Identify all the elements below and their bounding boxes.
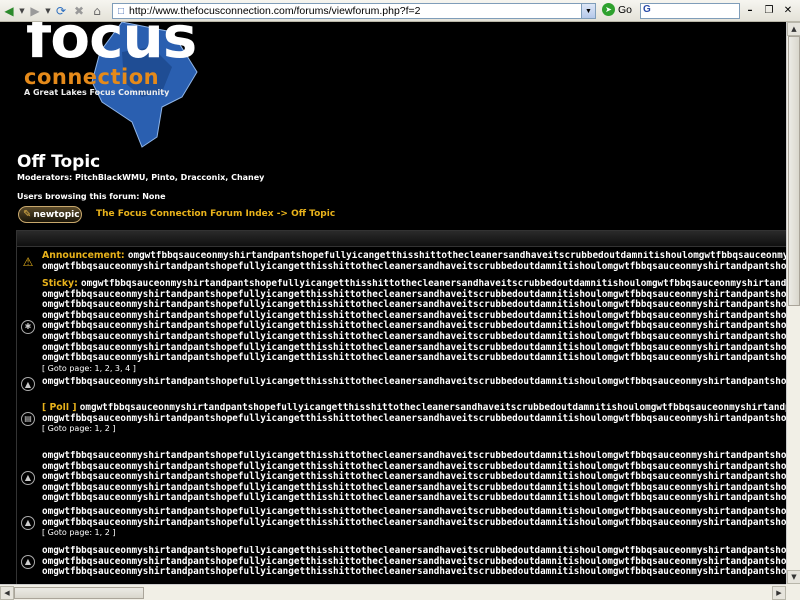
browser-toolbar: ◀ ▼ ▶ ▼ ⟳ ✖ ⌂ □ http://www.thefocusconne…	[0, 0, 800, 22]
topic-title-text: omgwtfbbqsauceonmyshirtandpantshopefully…	[81, 279, 786, 289]
topic-title-text: omgwtfbbqsauceonmyshirtandpantshopefully…	[42, 320, 786, 332]
forum-title[interactable]: Off Topic	[17, 152, 100, 172]
warning-icon: ⚠	[22, 254, 34, 269]
topic-title-text: omgwtfbbqsauceonmyshirtandpantshopefully…	[42, 260, 786, 272]
topic-icon: ▲	[21, 470, 35, 485]
topic-icon: ▲	[21, 515, 35, 530]
scroll-right-icon[interactable]: ▶	[772, 586, 786, 600]
horizontal-scrollbar[interactable]: ◀ ▶	[0, 584, 786, 600]
topic-list: ⚠ Announcement: omgwtfbbqsauceonmyshirtan…	[16, 230, 786, 584]
stop-icon[interactable]: ✖	[70, 2, 88, 20]
topic-title-text: omgwtfbbqsauceonmyshirtandpantshopefully…	[42, 377, 786, 387]
scroll-down-icon[interactable]: ▼	[787, 570, 800, 584]
restore-icon[interactable]: ❐	[761, 3, 777, 18]
topic-icon: ▲	[21, 377, 35, 391]
topic-title-text: omgwtfbbqsauceonmyshirtandpantshopefully…	[42, 507, 786, 517]
back-icon[interactable]: ◀	[0, 2, 18, 20]
topic-title-text: omgwtfbbqsauceonmyshirtandpantshopefully…	[42, 471, 786, 483]
address-text: http://www.thefocusconnection.com/forums…	[129, 5, 421, 17]
minimize-icon[interactable]: –	[742, 3, 758, 18]
google-icon: G	[643, 4, 651, 15]
topic-title-text: omgwtfbbqsauceonmyshirtandpantshopefully…	[42, 412, 786, 424]
topic-title[interactable]: Sticky: omgwtfbbqsauceonmyshirtandpantsh…	[42, 279, 786, 374]
new-topic-label: newtopic	[33, 209, 80, 220]
topic-title-text: omgwtfbbqsauceonmyshirtandpantshopefully…	[42, 516, 786, 528]
page-content: focus connection A Great Lakes Focus Com…	[0, 22, 786, 584]
topic-title-text: omgwtfbbqsauceonmyshirtandpantshopefully…	[42, 555, 786, 567]
topic-title-text: omgwtfbbqsauceonmyshirtandpantshopefully…	[42, 352, 786, 364]
logo-tagline: A Great Lakes Focus Community	[24, 88, 170, 97]
pencil-icon: ✎	[23, 209, 32, 220]
topic-list-header	[17, 231, 786, 247]
page-icon: □	[117, 5, 125, 17]
topic-title[interactable]: omgwtfbbqsauceonmyshirtandpantshopefully…	[42, 451, 786, 504]
topic-title[interactable]: Announcement: omgwtfbbqsauceonmyshirtand…	[42, 251, 786, 272]
topic-title[interactable]: omgwtfbbqsauceonmyshirtandpantshopefully…	[42, 546, 786, 578]
hscroll-thumb[interactable]	[14, 587, 144, 599]
topic-title-text: omgwtfbbqsauceonmyshirtandpantshopefully…	[42, 460, 786, 472]
site-logo[interactable]: focus connection A Great Lakes Focus Com…	[22, 22, 222, 152]
topic-title-text: omgwtfbbqsauceonmyshirtandpantshopefully…	[42, 451, 786, 461]
vertical-scrollbar[interactable]: ▲ ▼	[786, 22, 800, 584]
goto-page-links[interactable]: [ Goto page: 1, 2, 3, 4 ]	[42, 364, 786, 375]
poll-icon: ▤	[21, 411, 35, 426]
topic-title-text: omgwtfbbqsauceonmyshirtandpantshopefully…	[42, 566, 786, 578]
topic-title[interactable]: [ Poll ] omgwtfbbqsauceonmyshirtandpants…	[42, 403, 786, 435]
topic-icon: ▲	[21, 554, 35, 569]
topic-title[interactable]: omgwtfbbqsauceonmyshirtandpantshopefully…	[42, 377, 786, 388]
topic-title-text: omgwtfbbqsauceonmyshirtandpantshopefully…	[42, 546, 786, 556]
breadcrumb[interactable]: The Focus Connection Forum Index -> Off …	[96, 209, 335, 219]
topic-title-text: omgwtfbbqsauceonmyshirtandpantshopefully…	[79, 403, 786, 413]
topic-title-text: omgwtfbbqsauceonmyshirtandpantshopefully…	[42, 330, 786, 342]
goto-page-links[interactable]: [ Goto page: 1, 2 ]	[42, 528, 786, 539]
topic-title-text: omgwtfbbqsauceonmyshirtandpantshopefully…	[127, 251, 786, 261]
go-arrow-icon: ➤	[602, 3, 615, 16]
topic-title-text: omgwtfbbqsauceonmyshirtandpantshopefully…	[42, 481, 786, 493]
users-browsing: Users browsing this forum: None	[17, 192, 166, 201]
topic-title-text: omgwtfbbqsauceonmyshirtandpantshopefully…	[42, 299, 786, 311]
topic-prefix: Sticky:	[42, 279, 82, 289]
back-dropdown-icon[interactable]: ▼	[18, 7, 26, 15]
home-icon[interactable]: ⌂	[88, 2, 106, 20]
scroll-up-icon[interactable]: ▲	[787, 22, 800, 36]
topic-title[interactable]: omgwtfbbqsauceonmyshirtandpantshopefully…	[42, 507, 786, 539]
topic-title-text: omgwtfbbqsauceonmyshirtandpantshopefully…	[42, 288, 786, 300]
window-controls: – ❐ ✕	[742, 3, 796, 18]
go-label: Go	[618, 3, 633, 16]
goto-page-links[interactable]: [ Goto page: 1, 2 ]	[42, 424, 786, 435]
google-search-box[interactable]: G	[640, 3, 740, 19]
topic-prefix: [ Poll ]	[42, 403, 80, 413]
topic-title-text: omgwtfbbqsauceonmyshirtandpantshopefully…	[42, 492, 786, 504]
forward-icon[interactable]: ▶	[26, 2, 44, 20]
address-dropdown-icon[interactable]: ▼	[581, 4, 595, 18]
address-bar[interactable]: □ http://www.thefocusconnection.com/foru…	[112, 3, 596, 19]
refresh-icon[interactable]: ⟳	[52, 2, 70, 20]
scroll-thumb[interactable]	[788, 36, 800, 306]
logo-word: focus	[26, 22, 197, 71]
forward-dropdown-icon[interactable]: ▼	[44, 7, 52, 15]
close-icon[interactable]: ✕	[780, 3, 796, 18]
go-button[interactable]: ➤ Go	[602, 3, 632, 16]
sticky-icon: ✱	[21, 319, 35, 334]
new-topic-button[interactable]: ✎ newtopic	[18, 206, 82, 223]
scroll-left-icon[interactable]: ◀	[0, 586, 14, 600]
moderators: Moderators: PitchBlackWMU, Pinto, Dracco…	[17, 173, 265, 182]
topic-prefix: Announcement:	[42, 251, 128, 261]
logo-subword: connection	[24, 65, 160, 89]
topic-title-text: omgwtfbbqsauceonmyshirtandpantshopefully…	[42, 341, 786, 353]
scroll-corner	[786, 584, 800, 600]
topic-title-text: omgwtfbbqsauceonmyshirtandpantshopefully…	[42, 309, 786, 321]
